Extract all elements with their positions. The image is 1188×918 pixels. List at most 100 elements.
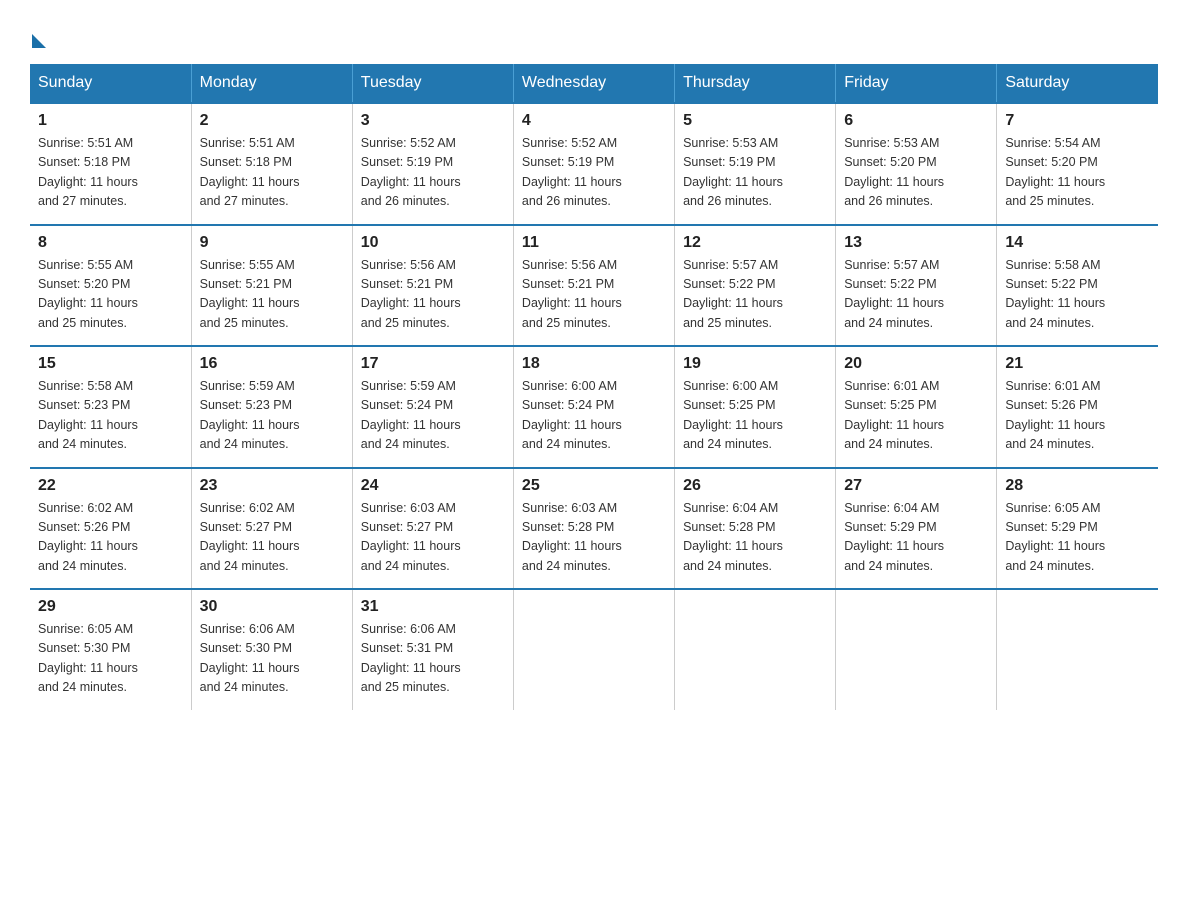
day-number: 2 — [200, 112, 344, 130]
day-info: Sunrise: 5:53 AMSunset: 5:20 PMDaylight:… — [844, 134, 988, 212]
calendar-cell — [836, 589, 997, 710]
day-number: 12 — [683, 234, 827, 252]
logo — [30, 30, 46, 44]
day-number: 1 — [38, 112, 183, 130]
calendar-cell: 16Sunrise: 5:59 AMSunset: 5:23 PMDayligh… — [191, 346, 352, 468]
calendar-week-row: 8 Sunrise: 5:55 AMSunset: 5:20 PMDaylight… — [30, 225, 1158, 347]
calendar-cell: 29Sunrise: 6:05 AMSunset: 5:30 PMDayligh… — [30, 589, 191, 710]
day-info: Sunrise: 5:52 AMSunset: 5:19 PMDaylight:… — [522, 134, 666, 212]
column-header-friday: Friday — [836, 64, 997, 103]
day-info: Sunrise: 6:06 AMSunset: 5:31 PMDaylight:… — [361, 620, 505, 698]
column-header-wednesday: Wednesday — [513, 64, 674, 103]
day-number: 26 — [683, 477, 827, 495]
calendar-week-row: 15Sunrise: 5:58 AMSunset: 5:23 PMDayligh… — [30, 346, 1158, 468]
day-number: 20 — [844, 355, 988, 373]
day-number: 18 — [522, 355, 666, 373]
calendar-cell: 15Sunrise: 5:58 AMSunset: 5:23 PMDayligh… — [30, 346, 191, 468]
calendar-cell — [997, 589, 1158, 710]
day-info: Sunrise: 5:58 AMSunset: 5:22 PMDaylight:… — [1005, 256, 1150, 334]
calendar-table: SundayMondayTuesdayWednesdayThursdayFrid… — [30, 64, 1158, 710]
calendar-cell: 19 Sunrise: 6:00 AMSunset: 5:25 PMDayligh… — [675, 346, 836, 468]
day-info: Sunrise: 5:53 AMSunset: 5:19 PMDaylight:… — [683, 134, 827, 212]
day-info: Sunrise: 6:02 AMSunset: 5:26 PMDaylight:… — [38, 499, 183, 577]
calendar-cell: 9 Sunrise: 5:55 AMSunset: 5:21 PMDaylight… — [191, 225, 352, 347]
column-header-sunday: Sunday — [30, 64, 191, 103]
calendar-cell: 22 Sunrise: 6:02 AMSunset: 5:26 PMDayligh… — [30, 468, 191, 590]
day-info: Sunrise: 6:00 AMSunset: 5:24 PMDaylight:… — [522, 377, 666, 455]
page-header — [30, 30, 1158, 44]
day-number: 13 — [844, 234, 988, 252]
calendar-cell: 31 Sunrise: 6:06 AMSunset: 5:31 PMDayligh… — [352, 589, 513, 710]
day-info: Sunrise: 6:05 AMSunset: 5:29 PMDaylight:… — [1005, 499, 1150, 577]
day-number: 16 — [200, 355, 344, 373]
day-number: 17 — [361, 355, 505, 373]
day-number: 15 — [38, 355, 183, 373]
day-number: 9 — [200, 234, 344, 252]
calendar-cell: 3 Sunrise: 5:52 AMSunset: 5:19 PMDaylight… — [352, 103, 513, 225]
day-info: Sunrise: 6:00 AMSunset: 5:25 PMDaylight:… — [683, 377, 827, 455]
calendar-cell: 27 Sunrise: 6:04 AMSunset: 5:29 PMDayligh… — [836, 468, 997, 590]
day-number: 5 — [683, 112, 827, 130]
calendar-cell: 4 Sunrise: 5:52 AMSunset: 5:19 PMDaylight… — [513, 103, 674, 225]
calendar-cell: 8 Sunrise: 5:55 AMSunset: 5:20 PMDaylight… — [30, 225, 191, 347]
column-header-tuesday: Tuesday — [352, 64, 513, 103]
day-info: Sunrise: 5:56 AMSunset: 5:21 PMDaylight:… — [522, 256, 666, 334]
day-number: 7 — [1005, 112, 1150, 130]
day-number: 25 — [522, 477, 666, 495]
day-number: 29 — [38, 598, 183, 616]
day-number: 14 — [1005, 234, 1150, 252]
calendar-cell: 20Sunrise: 6:01 AMSunset: 5:25 PMDayligh… — [836, 346, 997, 468]
calendar-cell: 17 Sunrise: 5:59 AMSunset: 5:24 PMDayligh… — [352, 346, 513, 468]
calendar-cell: 6 Sunrise: 5:53 AMSunset: 5:20 PMDaylight… — [836, 103, 997, 225]
day-info: Sunrise: 6:03 AMSunset: 5:28 PMDaylight:… — [522, 499, 666, 577]
day-info: Sunrise: 6:04 AMSunset: 5:28 PMDaylight:… — [683, 499, 827, 577]
day-info: Sunrise: 5:55 AMSunset: 5:21 PMDaylight:… — [200, 256, 344, 334]
calendar-cell — [513, 589, 674, 710]
day-info: Sunrise: 5:51 AMSunset: 5:18 PMDaylight:… — [38, 134, 183, 212]
day-number: 31 — [361, 598, 505, 616]
day-number: 22 — [38, 477, 183, 495]
day-number: 27 — [844, 477, 988, 495]
day-info: Sunrise: 5:57 AMSunset: 5:22 PMDaylight:… — [844, 256, 988, 334]
calendar-cell: 7Sunrise: 5:54 AMSunset: 5:20 PMDaylight… — [997, 103, 1158, 225]
logo-arrow-icon — [32, 34, 46, 48]
calendar-cell: 26 Sunrise: 6:04 AMSunset: 5:28 PMDayligh… — [675, 468, 836, 590]
day-info: Sunrise: 5:55 AMSunset: 5:20 PMDaylight:… — [38, 256, 183, 334]
day-number: 11 — [522, 234, 666, 252]
calendar-cell: 5 Sunrise: 5:53 AMSunset: 5:19 PMDaylight… — [675, 103, 836, 225]
calendar-cell: 23Sunrise: 6:02 AMSunset: 5:27 PMDayligh… — [191, 468, 352, 590]
day-info: Sunrise: 6:04 AMSunset: 5:29 PMDaylight:… — [844, 499, 988, 577]
calendar-cell: 18 Sunrise: 6:00 AMSunset: 5:24 PMDayligh… — [513, 346, 674, 468]
calendar-cell: 25 Sunrise: 6:03 AMSunset: 5:28 PMDayligh… — [513, 468, 674, 590]
calendar-cell: 10Sunrise: 5:56 AMSunset: 5:21 PMDayligh… — [352, 225, 513, 347]
calendar-week-row: 29Sunrise: 6:05 AMSunset: 5:30 PMDayligh… — [30, 589, 1158, 710]
day-number: 4 — [522, 112, 666, 130]
calendar-cell: 1 Sunrise: 5:51 AMSunset: 5:18 PMDaylight… — [30, 103, 191, 225]
day-number: 19 — [683, 355, 827, 373]
day-number: 8 — [38, 234, 183, 252]
day-number: 30 — [200, 598, 344, 616]
day-number: 6 — [844, 112, 988, 130]
calendar-cell: 28 Sunrise: 6:05 AMSunset: 5:29 PMDayligh… — [997, 468, 1158, 590]
column-header-saturday: Saturday — [997, 64, 1158, 103]
day-info: Sunrise: 6:01 AMSunset: 5:26 PMDaylight:… — [1005, 377, 1150, 455]
calendar-cell — [675, 589, 836, 710]
calendar-cell: 30Sunrise: 6:06 AMSunset: 5:30 PMDayligh… — [191, 589, 352, 710]
calendar-cell: 13 Sunrise: 5:57 AMSunset: 5:22 PMDayligh… — [836, 225, 997, 347]
day-info: Sunrise: 5:56 AMSunset: 5:21 PMDaylight:… — [361, 256, 505, 334]
day-info: Sunrise: 5:59 AMSunset: 5:24 PMDaylight:… — [361, 377, 505, 455]
calendar-cell: 2 Sunrise: 5:51 AMSunset: 5:18 PMDaylight… — [191, 103, 352, 225]
day-info: Sunrise: 5:52 AMSunset: 5:19 PMDaylight:… — [361, 134, 505, 212]
calendar-cell: 12Sunrise: 5:57 AMSunset: 5:22 PMDayligh… — [675, 225, 836, 347]
day-number: 24 — [361, 477, 505, 495]
logo-top — [30, 30, 46, 48]
calendar-week-row: 1 Sunrise: 5:51 AMSunset: 5:18 PMDaylight… — [30, 103, 1158, 225]
calendar-week-row: 22 Sunrise: 6:02 AMSunset: 5:26 PMDayligh… — [30, 468, 1158, 590]
day-info: Sunrise: 6:02 AMSunset: 5:27 PMDaylight:… — [200, 499, 344, 577]
day-number: 3 — [361, 112, 505, 130]
calendar-cell: 14 Sunrise: 5:58 AMSunset: 5:22 PMDayligh… — [997, 225, 1158, 347]
day-number: 21 — [1005, 355, 1150, 373]
day-info: Sunrise: 6:03 AMSunset: 5:27 PMDaylight:… — [361, 499, 505, 577]
day-number: 28 — [1005, 477, 1150, 495]
day-info: Sunrise: 5:51 AMSunset: 5:18 PMDaylight:… — [200, 134, 344, 212]
